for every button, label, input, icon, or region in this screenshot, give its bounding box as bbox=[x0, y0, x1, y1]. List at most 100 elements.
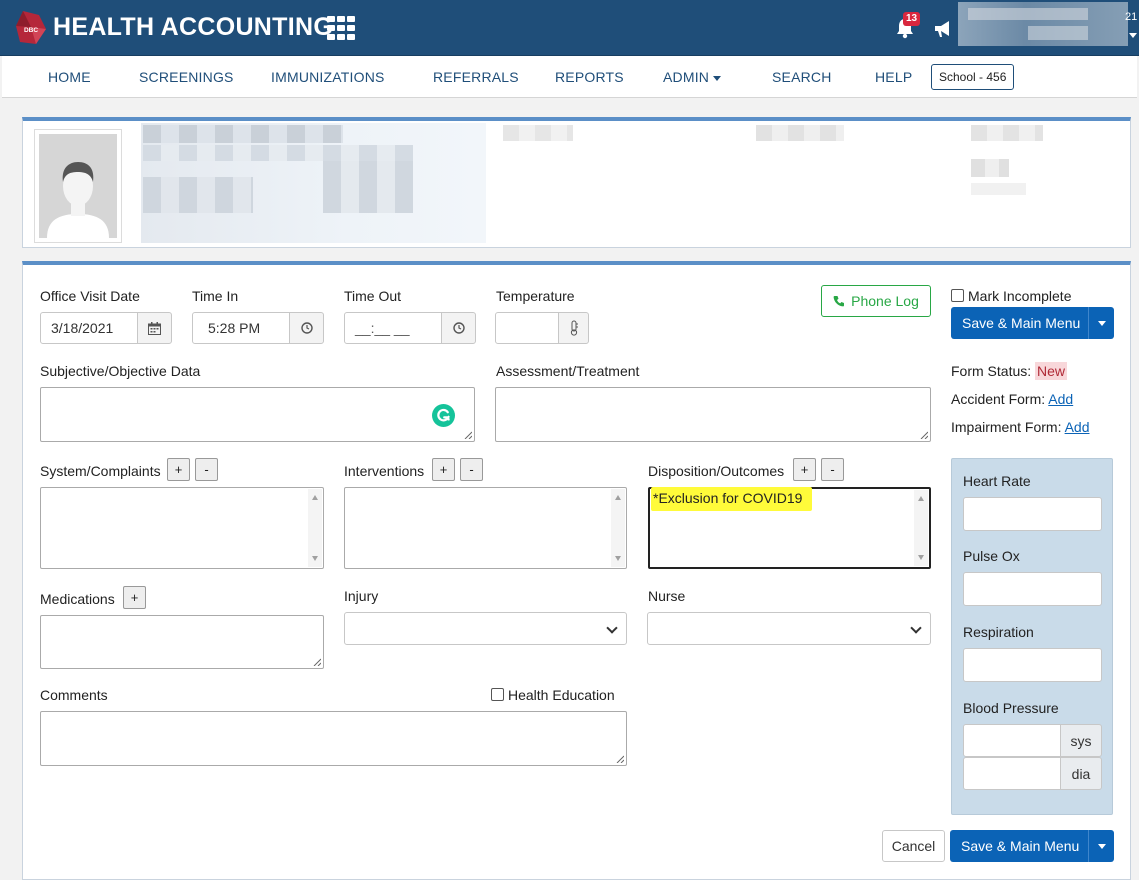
nav-immunizations[interactable]: IMMUNIZATIONS bbox=[271, 69, 385, 85]
nav-admin[interactable]: ADMIN bbox=[663, 69, 722, 85]
medications-textarea[interactable] bbox=[40, 615, 324, 669]
resize-grip-icon[interactable] bbox=[616, 755, 624, 763]
resize-grip-icon[interactable] bbox=[920, 431, 928, 439]
mark-incomplete-checkbox[interactable] bbox=[951, 289, 964, 302]
school-selector[interactable]: School - 456 bbox=[931, 64, 1015, 90]
thermometer-icon[interactable] bbox=[558, 312, 589, 344]
respiration-input[interactable] bbox=[963, 648, 1102, 682]
comments-label: Comments bbox=[40, 687, 108, 703]
assessment-treatment-label: Assessment/Treatment bbox=[496, 363, 640, 379]
injury-select[interactable] bbox=[344, 612, 627, 645]
form-status-label: Form Status: bbox=[951, 363, 1032, 379]
nav-help[interactable]: HELP bbox=[875, 69, 912, 85]
scrollbar[interactable] bbox=[914, 490, 928, 566]
patient-info-card bbox=[22, 117, 1131, 248]
injury-label: Injury bbox=[344, 588, 379, 604]
nav-screenings[interactable]: SCREENINGS bbox=[139, 69, 234, 85]
calendar-icon[interactable] bbox=[137, 312, 172, 344]
phone-log-label: Phone Log bbox=[851, 293, 919, 309]
chevron-down-icon bbox=[713, 75, 722, 81]
save-main-menu-bottom-button[interactable]: Save & Main Menu bbox=[950, 830, 1114, 862]
time-out-input[interactable]: __:__ __ bbox=[344, 312, 442, 344]
cancel-button[interactable]: Cancel bbox=[882, 830, 945, 862]
health-education-checkbox[interactable] bbox=[491, 688, 504, 701]
phone-icon bbox=[833, 296, 845, 307]
chevron-down-icon bbox=[910, 622, 922, 634]
scrollbar[interactable] bbox=[611, 489, 625, 567]
resize-grip-icon[interactable] bbox=[313, 658, 321, 666]
form-status: Form Status: New bbox=[951, 362, 1068, 380]
user-menu[interactable] bbox=[958, 2, 1128, 46]
heart-rate-label: Heart Rate bbox=[963, 473, 1031, 489]
clock-icon[interactable] bbox=[289, 312, 324, 344]
bp-sys-unit: sys bbox=[1061, 724, 1102, 757]
nav-home[interactable]: HOME bbox=[48, 69, 91, 85]
nurse-label: Nurse bbox=[648, 588, 686, 604]
redacted-field bbox=[503, 125, 573, 141]
phone-log-button[interactable]: Phone Log bbox=[821, 285, 931, 317]
disposition-add-button[interactable]: + bbox=[793, 458, 816, 481]
bp-systolic-input[interactable] bbox=[963, 724, 1061, 757]
avatar[interactable] bbox=[39, 134, 117, 238]
time-in-input[interactable]: 5:28 PM bbox=[192, 312, 290, 344]
list-item[interactable]: *Exclusion for COVID19 bbox=[651, 487, 813, 511]
redacted-line bbox=[143, 177, 253, 213]
office-visit-date-input[interactable]: 3/18/2021 bbox=[40, 312, 138, 344]
grammarly-icon[interactable] bbox=[432, 404, 455, 427]
patient-photo-frame bbox=[34, 129, 122, 243]
disposition-remove-button[interactable]: - bbox=[821, 458, 844, 481]
scrollbar[interactable] bbox=[308, 489, 322, 567]
save-main-menu-button[interactable]: Save & Main Menu bbox=[951, 307, 1114, 339]
subjective-objective-textarea[interactable] bbox=[40, 387, 475, 442]
clock-icon[interactable] bbox=[441, 312, 476, 344]
system-complaints-label: System/Complaints bbox=[40, 463, 161, 479]
megaphone-icon[interactable] bbox=[932, 19, 954, 39]
impairment-form-label: Impairment Form: bbox=[951, 419, 1062, 435]
save-options-bottom-dropdown[interactable] bbox=[1088, 830, 1114, 862]
disposition-item-text: *Exclusion for COVID19 bbox=[651, 487, 813, 511]
nav-referrals[interactable]: REFERRALS bbox=[433, 69, 519, 85]
blood-pressure-label: Blood Pressure bbox=[963, 700, 1059, 716]
resize-grip-icon[interactable] bbox=[464, 431, 472, 439]
person-silhouette-icon bbox=[39, 134, 117, 238]
top-header: DBC HEALTH ACCOUNTING 13 21 bbox=[0, 0, 1139, 56]
save-main-menu-bottom-label: Save & Main Menu bbox=[961, 838, 1080, 854]
redacted-name bbox=[143, 125, 343, 143]
interventions-remove-button[interactable]: - bbox=[460, 458, 483, 481]
accident-form-add-link[interactable]: Add bbox=[1048, 391, 1073, 407]
bp-diastolic-input[interactable] bbox=[963, 757, 1061, 790]
interventions-list[interactable] bbox=[344, 487, 627, 569]
redacted-field bbox=[971, 159, 1009, 177]
redacted-field bbox=[971, 183, 1026, 195]
medications-add-button[interactable]: + bbox=[123, 586, 146, 609]
redacted-line bbox=[143, 145, 413, 161]
nav-reports[interactable]: REPORTS bbox=[555, 69, 624, 85]
logo-text: DBC bbox=[24, 27, 38, 34]
interventions-label: Interventions bbox=[344, 463, 425, 479]
chevron-down-icon bbox=[606, 622, 618, 634]
system-complaints-remove-button[interactable]: - bbox=[195, 458, 218, 481]
nurse-select[interactable] bbox=[647, 612, 931, 645]
chevron-down-icon bbox=[1097, 843, 1106, 849]
disposition-outcomes-label: Disposition/Outcomes bbox=[648, 463, 785, 479]
nav-admin-label: ADMIN bbox=[663, 69, 710, 85]
temperature-input[interactable] bbox=[495, 312, 559, 344]
pulse-ox-input[interactable] bbox=[963, 572, 1102, 606]
assessment-treatment-textarea[interactable] bbox=[495, 387, 931, 442]
comments-textarea[interactable] bbox=[40, 711, 627, 766]
user-menu-number: 21 bbox=[1125, 11, 1138, 23]
health-education-label: Health Education bbox=[508, 687, 615, 703]
dbc-logo-icon[interactable]: DBC bbox=[14, 9, 48, 47]
apps-grid-icon[interactable] bbox=[327, 16, 357, 40]
heart-rate-input[interactable] bbox=[963, 497, 1102, 531]
disposition-outcomes-list[interactable]: *Exclusion for COVID19 bbox=[648, 487, 931, 569]
system-complaints-add-button[interactable]: + bbox=[167, 458, 190, 481]
system-complaints-list[interactable] bbox=[40, 487, 324, 569]
user-menu-caret-icon[interactable] bbox=[1129, 33, 1137, 38]
app-brand[interactable]: HEALTH ACCOUNTING bbox=[53, 13, 333, 42]
interventions-add-button[interactable]: + bbox=[432, 458, 455, 481]
time-out-label: Time Out bbox=[344, 288, 402, 304]
save-options-dropdown[interactable] bbox=[1088, 307, 1114, 339]
nav-search[interactable]: SEARCH bbox=[772, 69, 832, 85]
impairment-form-add-link[interactable]: Add bbox=[1065, 419, 1090, 435]
